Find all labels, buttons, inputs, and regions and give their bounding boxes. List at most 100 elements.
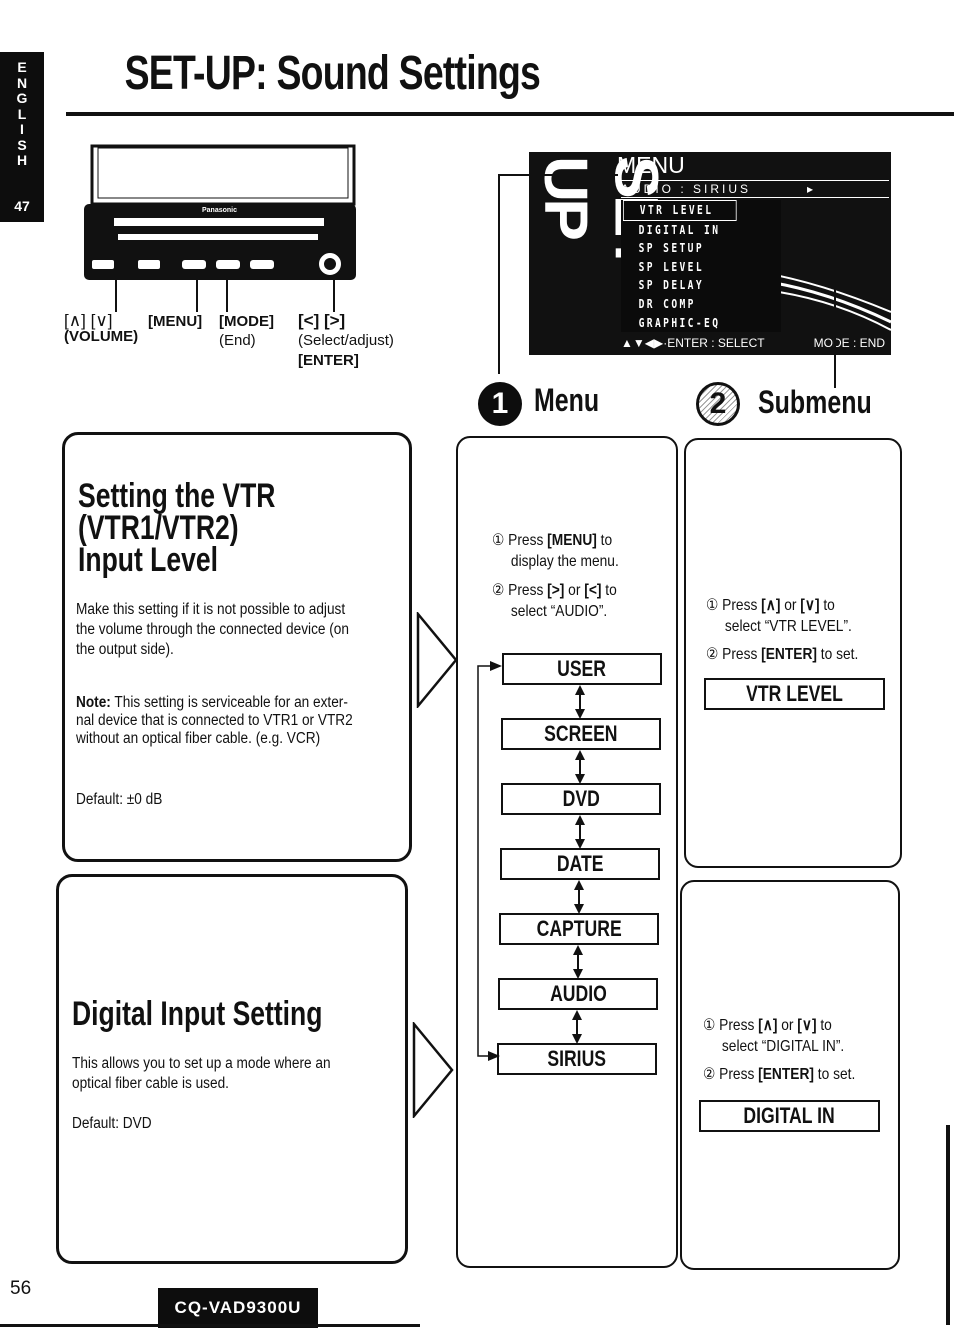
- up-down-arrow-icon: [575, 685, 585, 719]
- digital-default-value: Default: DVD: [72, 1115, 152, 1132]
- text-line: the output side).: [76, 641, 174, 658]
- text-line: nal device that is connected to VTR1 or …: [76, 712, 353, 729]
- submenu-option-digital-in[interactable]: DIGITAL IN: [699, 1100, 880, 1132]
- enter-key-ref: [ENTER]: [758, 1066, 814, 1083]
- up-down-arrow-icon: [573, 945, 583, 979]
- language-side-tab: E N G L I S H 47: [0, 52, 44, 222]
- menu-option-date[interactable]: DATE: [500, 848, 660, 880]
- page-edge-bar: [946, 1125, 950, 1325]
- screen-menu-item[interactable]: SP SETUP: [621, 239, 749, 258]
- menu-option-screen[interactable]: SCREEN: [501, 718, 661, 750]
- up-key-ref: [∧]: [758, 1017, 778, 1034]
- connector-line: [834, 208, 836, 388]
- vtr-description: Make this setting if it is not possible …: [76, 600, 349, 660]
- model-number-badge: CQ-VAD9300U: [158, 1288, 318, 1328]
- volume-up-button: [138, 260, 160, 269]
- screen-footer-select: ▲▼◀▶·ENTER : SELECT: [621, 336, 765, 350]
- screen-menu-item[interactable]: SP DELAY: [621, 276, 749, 295]
- menu-option-capture[interactable]: CAPTURE: [499, 913, 659, 945]
- screen-footer-end: MODE : END: [813, 336, 885, 350]
- menu-step-2: ② Press [>] or [<] to select “AUDIO”.: [492, 582, 617, 620]
- connector-line: [498, 174, 618, 176]
- menu-step-1: ① Press [MENU] to display the menu.: [492, 532, 619, 570]
- breadcrumb-text: AUDIO : SIRIUS: [621, 182, 752, 196]
- letter: H: [16, 152, 28, 168]
- screen-menu-item[interactable]: GRAPHIC-EQ: [621, 314, 749, 333]
- flow-arrow-icon: [412, 1022, 454, 1118]
- digital-description: This allows you to set up a mode where a…: [72, 1054, 331, 1094]
- chapter-number: 47: [14, 198, 30, 214]
- text-line: without an optical fiber cable. (e.g. VC…: [76, 730, 321, 747]
- up-down-arrow-icon: [572, 1010, 582, 1044]
- loop-arrow-icon: [477, 661, 502, 1061]
- menu-screen-capture: SET-UP MENU AUDIO : SIRIUS ▸ VTR LEVEL D…: [529, 152, 891, 355]
- up-down-arrow-icon: [574, 880, 584, 914]
- connector-line: [498, 174, 500, 374]
- menu-option-user[interactable]: USER: [502, 653, 662, 685]
- text-line: This allows you to set up a mode where a…: [72, 1055, 331, 1072]
- digital-step-2: ② Press [ENTER] to set.: [703, 1066, 856, 1083]
- letter: S: [17, 136, 27, 153]
- enter-key-label: [ENTER]: [298, 352, 359, 369]
- letter: I: [20, 121, 24, 137]
- volume-label: (VOLUME): [64, 328, 139, 345]
- digital-step-1: ① Press [∧] or [∨] to select “DIGITAL IN…: [703, 1017, 845, 1055]
- select-keys-label: [<] [>]: [298, 311, 346, 330]
- title-line: (VTR1/VTR2): [78, 509, 239, 547]
- letter: G: [16, 90, 28, 106]
- down-key-ref: [∨]: [800, 597, 820, 614]
- menu-option-dvd[interactable]: DVD: [501, 783, 661, 815]
- vtr-step-1: ① Press [∧] or [∨] to select “VTR LEVEL”…: [706, 597, 852, 635]
- text-line: optical fiber cable is used.: [72, 1075, 229, 1092]
- vtr-step-2: ② Press [ENTER] to set.: [706, 646, 859, 663]
- letter: N: [16, 74, 28, 91]
- down-key-ref: [∨]: [797, 1017, 817, 1034]
- screen-breadcrumb: AUDIO : SIRIUS ▸: [621, 180, 889, 198]
- menu-button-graphic: [182, 260, 206, 269]
- page-title: SET-UP: Sound Settings: [124, 47, 541, 100]
- title-divider: [66, 112, 954, 116]
- submenu-option-vtr-level[interactable]: VTR LEVEL: [704, 678, 885, 710]
- up-down-arrow-icon: [575, 815, 585, 849]
- flow-arrow-icon: [416, 612, 458, 708]
- up-key-ref: [∧]: [761, 597, 781, 614]
- head-unit-illustration: Panasonic: [84, 144, 356, 280]
- right-key-ref: [>]: [547, 582, 565, 599]
- screen-menu-list: VTR LEVEL DIGITAL IN SP SETUP SP LEVEL S…: [621, 200, 781, 332]
- step-1-badge: 1: [478, 382, 522, 426]
- letter: L: [17, 105, 27, 122]
- enter-key-ref: [ENTER]: [761, 646, 817, 663]
- arrow-right-icon: ▸: [807, 182, 817, 196]
- callout-line: [196, 270, 198, 312]
- volume-down-button: [92, 260, 114, 269]
- page-number: 56: [10, 1278, 32, 1299]
- screen-menu-item[interactable]: SP LEVEL: [621, 258, 749, 277]
- left-key-ref: [<]: [584, 582, 602, 599]
- footer-rule: [0, 1324, 420, 1327]
- letter: E: [17, 59, 27, 75]
- vtr-setting-title: Setting the VTR (VTR1/VTR2) Input Level: [78, 477, 276, 579]
- submenu-heading: Submenu: [758, 384, 872, 420]
- menu-option-audio[interactable]: AUDIO: [498, 978, 658, 1010]
- callout-line: [333, 278, 335, 312]
- screen-menu-title: MENU: [617, 152, 685, 178]
- menu-key-ref: [MENU]: [547, 532, 597, 549]
- note-label: Note:: [76, 694, 111, 711]
- menu-key-label: [MENU]: [148, 313, 203, 330]
- text-line: Make this setting if it is not possible …: [76, 601, 346, 618]
- title-line: Input Level: [78, 541, 218, 579]
- screen-menu-item-selected[interactable]: VTR LEVEL: [623, 200, 737, 221]
- step-2-badge: 2: [696, 382, 740, 426]
- language-letters: E N G L I S H: [0, 59, 44, 169]
- menu-option-sirius[interactable]: SIRIUS: [497, 1043, 657, 1075]
- digital-setting-title: Digital Input Setting: [72, 995, 323, 1033]
- select-adjust-label: (Select/adjust): [298, 332, 394, 349]
- text-line: This setting is serviceable for an exter…: [110, 694, 348, 711]
- screen-menu-item[interactable]: DR COMP: [621, 295, 749, 314]
- screen-footer: ▲▼◀▶·ENTER : SELECT MODE : END: [621, 336, 891, 350]
- vtr-note: Note: This setting is serviceable for an…: [76, 694, 353, 748]
- screen-menu-item[interactable]: DIGITAL IN: [621, 221, 749, 240]
- brand-logo: Panasonic: [202, 207, 237, 214]
- title-line: Setting the VTR: [78, 477, 276, 515]
- menu-heading: Menu: [534, 382, 600, 418]
